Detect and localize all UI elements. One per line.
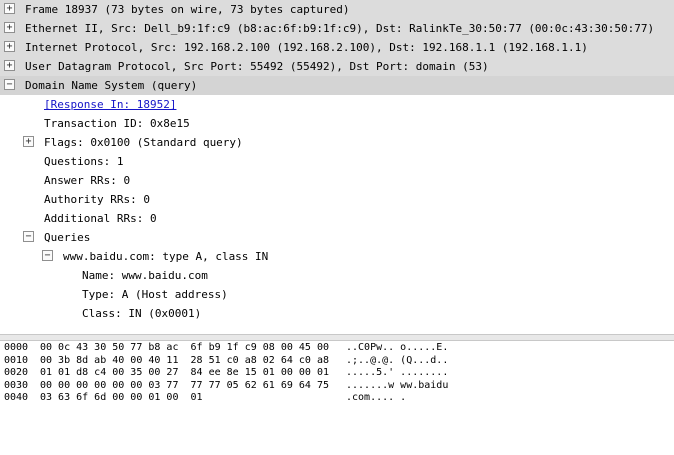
ip-label: Internet Protocol, Src: 192.168.2.100 (1… [25,41,588,54]
dns-label: Domain Name System (query) [25,79,198,92]
frame-label: Frame 18937 (73 bytes on wire, 73 bytes … [25,3,350,16]
tree-row-type[interactable]: Type: A (Host address) [0,285,674,304]
type-label: Type: A (Host address) [82,288,228,301]
tree-row-query[interactable]: − www.baidu.com: type A, class IN [0,247,674,266]
expand-icon[interactable]: + [4,41,15,52]
pane-splitter[interactable] [0,334,674,341]
query-label: www.baidu.com: type A, class IN [63,250,269,263]
hex-ascii[interactable]: ..C0Pw.. o.....E. [346,342,448,355]
ethernet-label: Ethernet II, Src: Dell_b9:1f:c9 (b8:ac:6… [25,22,655,35]
tree-row-flags[interactable]: + Flags: 0x0100 (Standard query) [0,133,674,152]
expand-icon[interactable]: + [23,136,34,147]
questions-label: Questions: 1 [44,155,124,168]
tree-row-frame[interactable]: + Frame 18937 (73 bytes on wire, 73 byte… [0,0,674,19]
collapse-icon[interactable]: − [42,250,53,261]
hex-offset: 0020 [4,367,29,378]
tree-row-queries[interactable]: − Queries [0,228,674,247]
hex-ascii[interactable]: .;..@.@. (Q...d.. [346,355,448,368]
tree-row-udp[interactable]: + User Datagram Protocol, Src Port: 5549… [0,57,674,76]
tree-row-answer-rrs[interactable]: Answer RRs: 0 [0,171,674,190]
tree-row-name[interactable]: Name: www.baidu.com [0,266,674,285]
tree-row-ip[interactable]: + Internet Protocol, Src: 192.168.2.100 … [0,38,674,57]
answer-rrs-label: Answer RRs: 0 [44,174,131,187]
queries-label: Queries [44,231,91,244]
name-label: Name: www.baidu.com [82,269,208,282]
tree-row-dns[interactable]: − Domain Name System (query) [0,76,674,95]
tree-row-additional-rrs[interactable]: Additional RRs: 0 [0,209,674,228]
hex-bytes[interactable]: 00 3b 8d ab 40 00 40 11 28 51 c0 a8 02 6… [40,355,329,368]
hex-bytes[interactable]: 03 63 6f 6d 00 00 01 00 01 [40,392,203,405]
hex-ascii[interactable]: .....5.' ........ [346,367,448,380]
hex-row[interactable]: 0020 01 01 d8 c4 00 35 00 27 84 ee 8e 15… [0,367,674,380]
hex-ascii[interactable]: .com.... . [346,392,406,405]
flags-label: Flags: 0x0100 (Standard query) [44,136,243,149]
hex-offset: 0010 [4,354,29,366]
udp-label: User Datagram Protocol, Src Port: 55492 … [25,60,489,73]
tree-row-questions[interactable]: Questions: 1 [0,152,674,171]
expand-icon[interactable]: + [4,60,15,71]
response-in-link[interactable]: [Response In: 18952] [44,95,176,114]
hex-offset: 0040 [4,392,29,403]
hex-row[interactable]: 0030 00 00 00 00 00 00 03 77 77 77 05 62… [0,380,674,393]
tree-row-transaction-id[interactable]: Transaction ID: 0x8e15 [0,114,674,133]
hex-offset: 0030 [4,379,29,391]
additional-rrs-label: Additional RRs: 0 [44,212,157,225]
hex-dump-pane[interactable]: 0000 00 0c 43 30 50 77 b8 ac 6f b9 1f c9… [0,342,674,422]
hex-bytes[interactable]: 00 0c 43 30 50 77 b8 ac 6f b9 1f c9 08 0… [40,342,329,355]
hex-row[interactable]: 0040 03 63 6f 6d 00 00 01 00 01 .com....… [0,392,674,405]
tree-row-response-in[interactable]: [Response In: 18952] [0,95,674,114]
packet-details-tree: + Frame 18937 (73 bytes on wire, 73 byte… [0,0,674,334]
tree-row-class[interactable]: Class: IN (0x0001) [0,304,674,323]
collapse-icon[interactable]: − [23,231,34,242]
class-label: Class: IN (0x0001) [82,307,202,320]
authority-rrs-label: Authority RRs: 0 [44,193,150,206]
hex-bytes[interactable]: 00 00 00 00 00 00 03 77 77 77 05 62 61 6… [40,380,329,393]
tree-row-authority-rrs[interactable]: Authority RRs: 0 [0,190,674,209]
hex-row[interactable]: 0010 00 3b 8d ab 40 00 40 11 28 51 c0 a8… [0,355,674,368]
transaction-id-label: Transaction ID: 0x8e15 [44,117,190,130]
hex-bytes[interactable]: 01 01 d8 c4 00 35 00 27 84 ee 8e 15 01 0… [40,367,329,380]
hex-row[interactable]: 0000 00 0c 43 30 50 77 b8 ac 6f b9 1f c9… [0,342,674,355]
hex-offset: 0000 [4,342,29,353]
expand-icon[interactable]: + [4,22,15,33]
collapse-icon[interactable]: − [4,79,15,90]
expand-icon[interactable]: + [4,3,15,14]
hex-ascii[interactable]: .......w ww.baidu [346,380,448,393]
tree-row-ethernet[interactable]: + Ethernet II, Src: Dell_b9:1f:c9 (b8:ac… [0,19,674,38]
